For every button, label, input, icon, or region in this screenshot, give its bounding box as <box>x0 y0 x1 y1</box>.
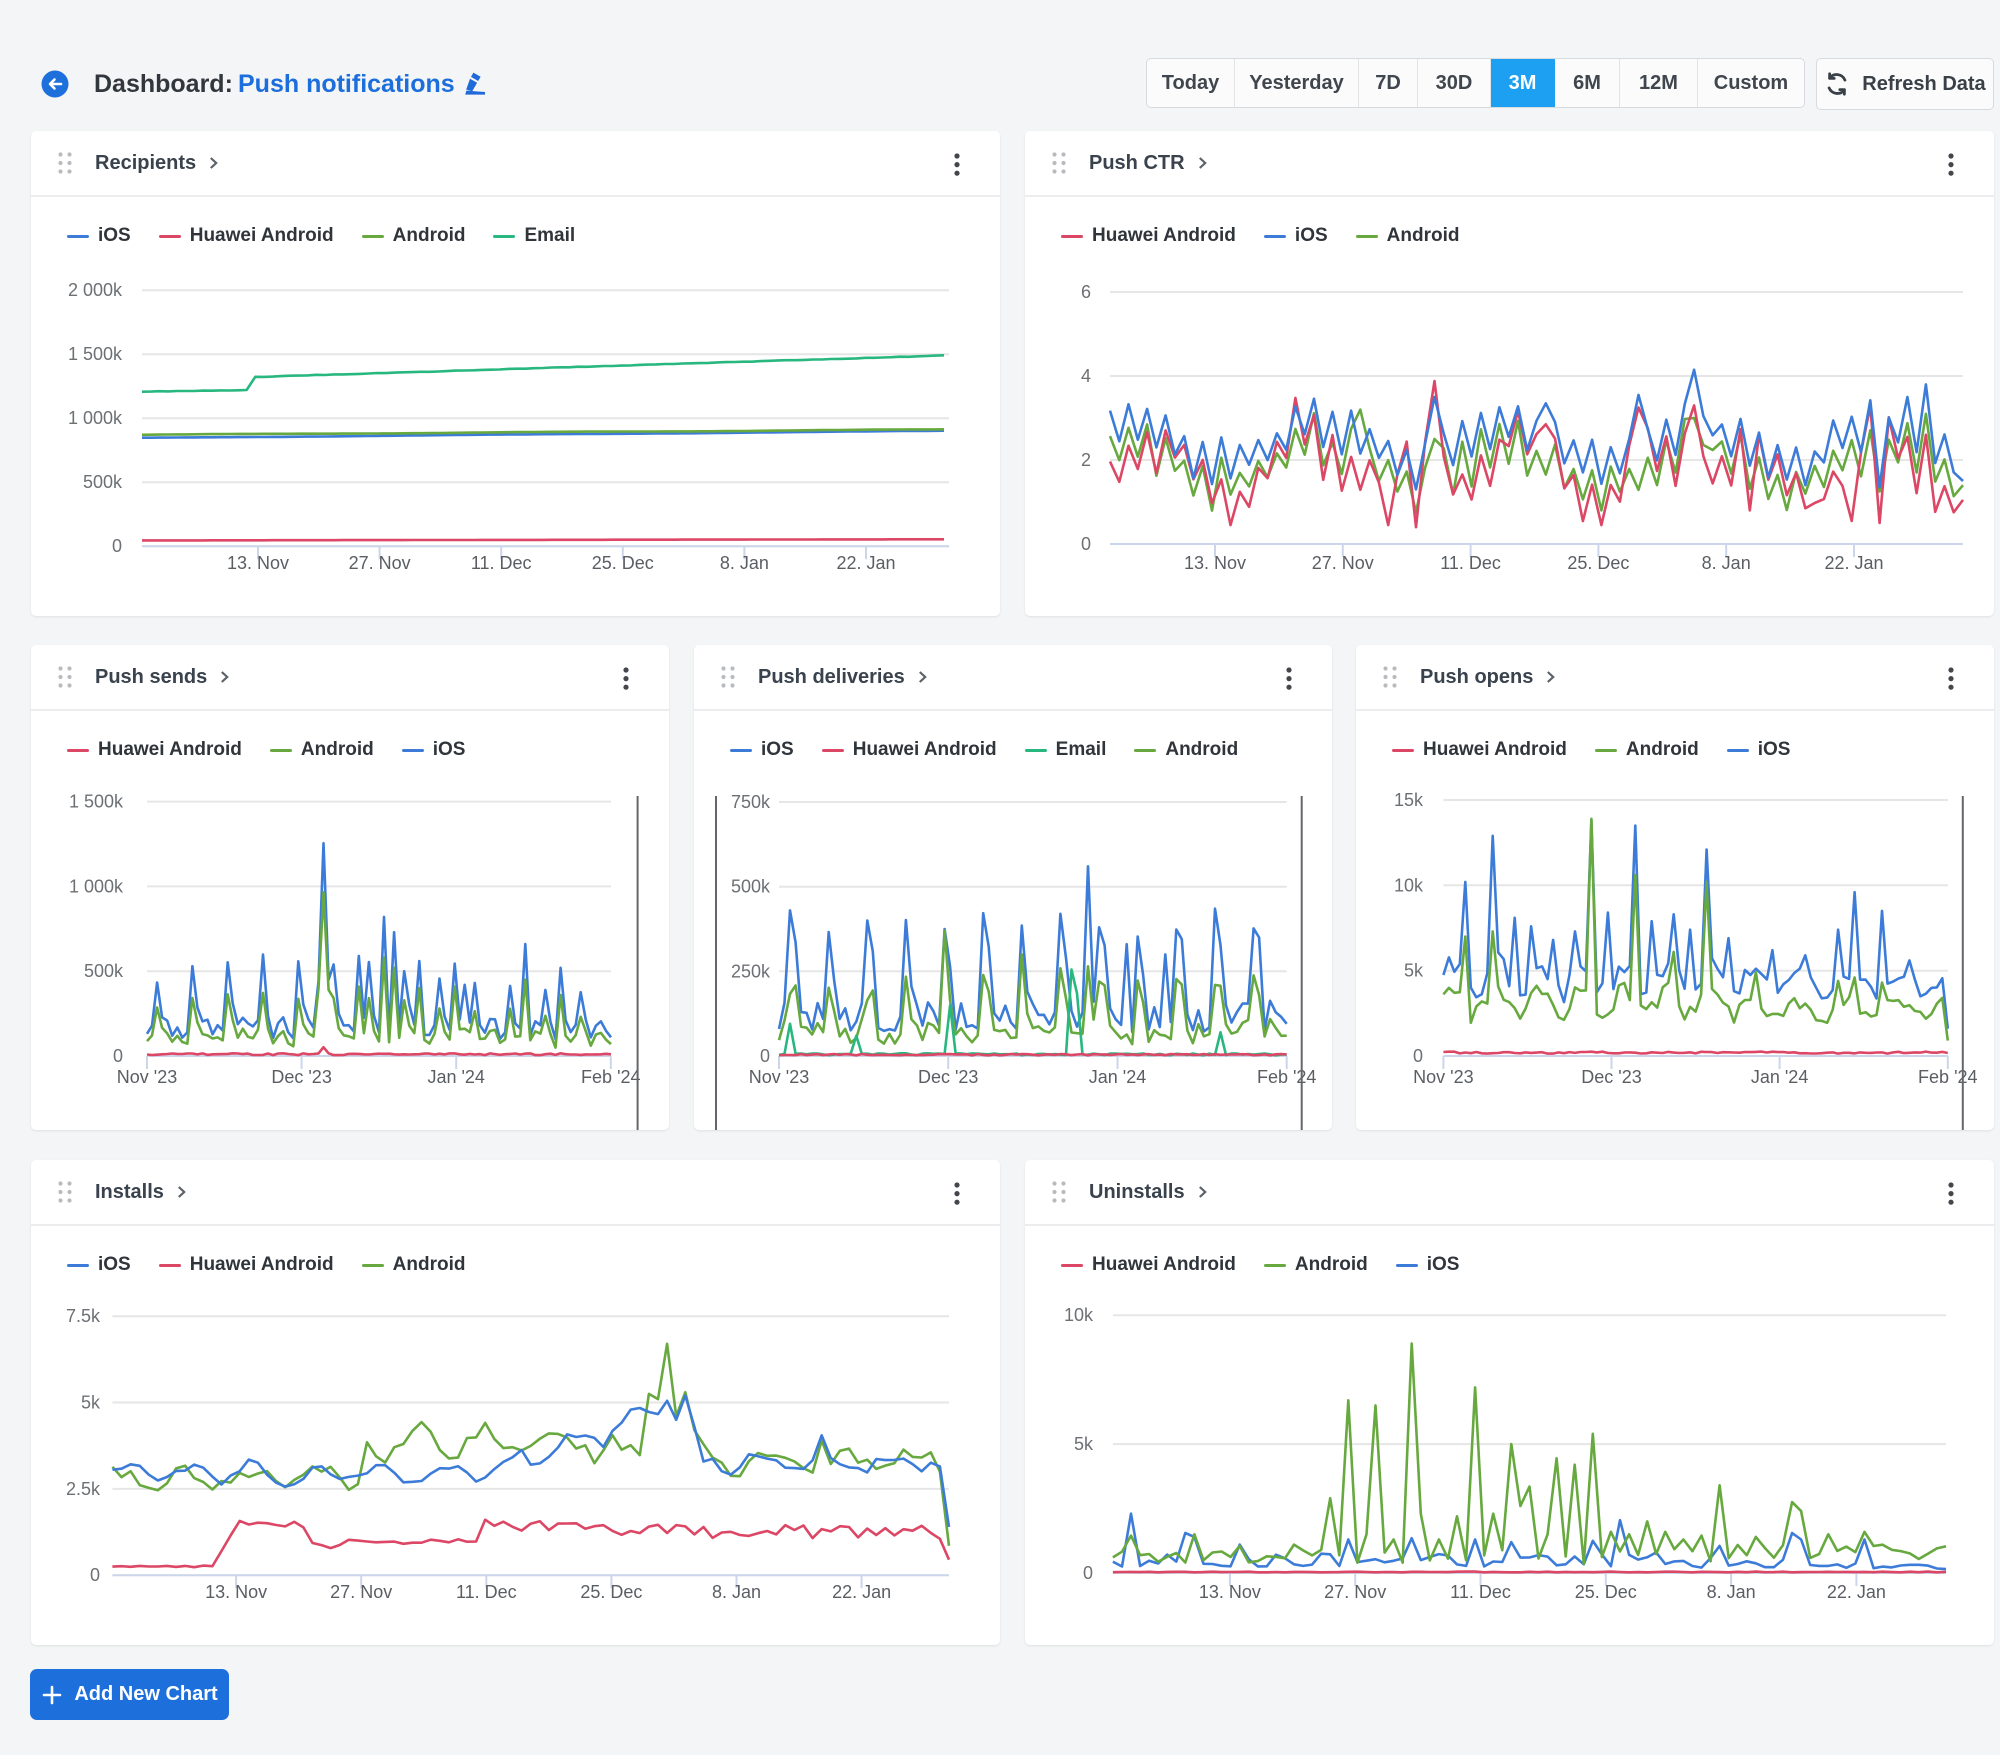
svg-text:5k: 5k <box>1074 1434 1094 1454</box>
svg-text:25. Dec: 25. Dec <box>1567 553 1629 573</box>
svg-text:Jan '24: Jan '24 <box>1089 1067 1146 1087</box>
svg-text:Dec '23: Dec '23 <box>1581 1067 1641 1087</box>
svg-text:Dec '23: Dec '23 <box>918 1067 978 1087</box>
svg-text:0: 0 <box>113 1046 123 1066</box>
svg-text:1 500k: 1 500k <box>69 792 124 812</box>
svg-text:15k: 15k <box>1394 790 1424 810</box>
svg-text:10k: 10k <box>1394 875 1424 895</box>
svg-text:8. Jan: 8. Jan <box>1707 1582 1756 1602</box>
svg-text:25. Dec: 25. Dec <box>1575 1582 1637 1602</box>
svg-text:5k: 5k <box>1404 961 1424 981</box>
svg-text:11. Dec: 11. Dec <box>1440 553 1501 573</box>
svg-text:13. Nov: 13. Nov <box>1199 1582 1261 1602</box>
svg-text:25. Dec: 25. Dec <box>592 553 654 573</box>
svg-text:8. Jan: 8. Jan <box>720 553 769 573</box>
svg-text:22. Jan: 22. Jan <box>1824 553 1883 573</box>
svg-text:22. Jan: 22. Jan <box>836 553 895 573</box>
svg-text:11. Dec: 11. Dec <box>471 553 532 573</box>
svg-text:Nov '23: Nov '23 <box>117 1067 177 1087</box>
svg-text:2.5k: 2.5k <box>66 1479 101 1499</box>
svg-text:Feb '24: Feb '24 <box>581 1067 640 1087</box>
svg-text:0: 0 <box>90 1565 100 1585</box>
svg-text:27. Nov: 27. Nov <box>1312 553 1374 573</box>
svg-text:750k: 750k <box>731 792 771 812</box>
svg-text:27. Nov: 27. Nov <box>1324 1582 1386 1602</box>
svg-text:27. Nov: 27. Nov <box>349 553 411 573</box>
svg-text:Dec '23: Dec '23 <box>271 1067 331 1087</box>
svg-text:1 500k: 1 500k <box>68 344 123 364</box>
svg-text:27. Nov: 27. Nov <box>330 1582 392 1602</box>
svg-text:2 000k: 2 000k <box>68 280 123 300</box>
svg-text:Nov '23: Nov '23 <box>1413 1067 1473 1087</box>
svg-text:25. Dec: 25. Dec <box>580 1582 642 1602</box>
svg-text:13. Nov: 13. Nov <box>1184 553 1246 573</box>
svg-text:500k: 500k <box>84 961 124 981</box>
svg-text:Nov '23: Nov '23 <box>749 1067 809 1087</box>
svg-text:1 000k: 1 000k <box>69 876 124 896</box>
svg-text:11. Dec: 11. Dec <box>1450 1582 1511 1602</box>
svg-text:0: 0 <box>760 1046 770 1066</box>
svg-text:4: 4 <box>1081 366 1091 386</box>
svg-text:Jan '24: Jan '24 <box>1751 1067 1808 1087</box>
svg-text:1 000k: 1 000k <box>68 408 123 428</box>
svg-text:250k: 250k <box>731 961 771 981</box>
svg-text:0: 0 <box>1083 1563 1093 1583</box>
svg-text:6: 6 <box>1081 282 1091 302</box>
svg-text:8. Jan: 8. Jan <box>712 1582 761 1602</box>
svg-text:0: 0 <box>1413 1046 1423 1066</box>
svg-text:Feb '24: Feb '24 <box>1257 1067 1316 1087</box>
svg-text:Feb '24: Feb '24 <box>1918 1067 1977 1087</box>
svg-text:500k: 500k <box>731 877 771 897</box>
svg-text:8. Jan: 8. Jan <box>1702 553 1751 573</box>
svg-text:10k: 10k <box>1064 1305 1094 1325</box>
svg-text:500k: 500k <box>83 472 123 492</box>
svg-text:13. Nov: 13. Nov <box>227 553 289 573</box>
svg-text:Jan '24: Jan '24 <box>427 1067 484 1087</box>
svg-text:13. Nov: 13. Nov <box>205 1582 267 1602</box>
svg-text:0: 0 <box>112 536 122 556</box>
svg-text:7.5k: 7.5k <box>66 1306 101 1326</box>
svg-text:2: 2 <box>1081 450 1091 470</box>
svg-text:22. Jan: 22. Jan <box>1827 1582 1886 1602</box>
svg-text:22. Jan: 22. Jan <box>832 1582 891 1602</box>
svg-text:0: 0 <box>1081 534 1091 554</box>
svg-text:11. Dec: 11. Dec <box>456 1582 517 1602</box>
svg-text:5k: 5k <box>81 1393 101 1413</box>
